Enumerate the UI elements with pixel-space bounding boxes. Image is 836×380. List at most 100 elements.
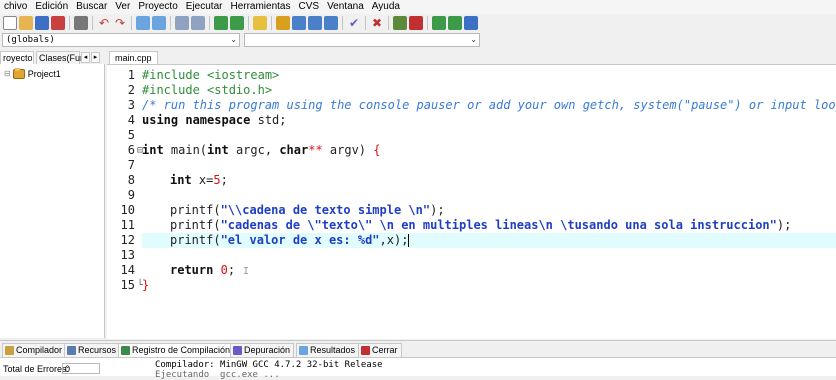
menu-buscar[interactable]: Buscar	[72, 0, 111, 14]
chart-icon	[121, 346, 130, 355]
code-text: printf(	[170, 218, 221, 232]
tabs-scroll-left-button[interactable]: ◂	[81, 52, 90, 63]
menu-archivo[interactable]: chivo	[0, 0, 31, 14]
code-line-6: int main(int argc, char** argv) {	[142, 143, 380, 158]
code-editor[interactable]: 1 2 3 4 5 6 7 8 9 10 11 12 13 14 15 ⊟ └ …	[107, 64, 836, 339]
open-folder-icon[interactable]	[19, 16, 33, 30]
resources-icon	[67, 346, 76, 355]
toolbar-separator	[209, 16, 210, 30]
menu-proyecto[interactable]: Proyecto	[134, 0, 181, 14]
keyword: int	[170, 173, 192, 187]
code-number: 5	[213, 173, 221, 187]
toolbar-separator	[170, 16, 171, 30]
redo-icon[interactable]: ↷	[113, 16, 127, 30]
line-number: 14	[120, 263, 135, 277]
results-icon	[299, 346, 308, 355]
code-symbol: **	[308, 143, 323, 157]
find-icon[interactable]	[136, 16, 150, 30]
close-icon	[361, 346, 370, 355]
goto-next-icon[interactable]	[214, 16, 228, 30]
code-line-2: #include <stdio.h>	[142, 83, 273, 97]
tab-label: Registro de Compilación	[132, 345, 231, 355]
toolbar-separator	[365, 16, 366, 30]
indent-icon[interactable]	[175, 16, 189, 30]
menu-ejecutar[interactable]: Ejecutar	[182, 0, 227, 14]
close-panel-button[interactable]: Cerrar	[358, 343, 402, 357]
tab-depuracion[interactable]: Depuración	[230, 343, 295, 357]
code-line-12: printf("el valor de x es: %d",x);	[170, 233, 410, 248]
class-browser-bar: (globals) ⌄ ⌄	[0, 32, 836, 48]
compile-log-line: Compilador: MinGW GCC 4.7.2 32-bit Relea…	[155, 360, 383, 370]
run-icon[interactable]	[292, 16, 306, 30]
check-syntax-icon[interactable]: ✔	[347, 16, 361, 30]
profile-icon[interactable]	[409, 16, 423, 30]
replace-icon[interactable]	[152, 16, 166, 30]
toolbar-separator	[271, 16, 272, 30]
tab-clases[interactable]: Clases(Fun	[36, 51, 85, 64]
rebuild-icon[interactable]	[324, 16, 338, 30]
keyword: using namespace	[142, 113, 251, 127]
tab-recursos[interactable]: Recursos	[64, 343, 121, 357]
code-string: "\\cadena de texto simple \n"	[220, 203, 431, 217]
tree-item-project[interactable]: ⊟ Project1	[4, 68, 61, 79]
stop-icon[interactable]: ✖	[370, 16, 384, 30]
line-number: 5	[127, 128, 135, 142]
tree-item-label: Project1	[27, 68, 61, 79]
chevron-down-icon: ⌄	[470, 35, 477, 44]
compile-run-icon[interactable]	[308, 16, 322, 30]
code-line-4: using namespace std;	[142, 113, 287, 128]
tab-proyecto[interactable]: royecto	[0, 51, 34, 64]
keyword: int	[142, 143, 164, 157]
code-text: main(	[163, 143, 208, 157]
step-icon[interactable]	[448, 16, 462, 30]
debug-icon[interactable]	[432, 16, 446, 30]
menu-edicion[interactable]: Edición	[31, 0, 72, 14]
project-icon	[12, 68, 25, 79]
tab-label: Compilador	[16, 345, 63, 355]
line-number: 6	[127, 143, 135, 157]
editor-tab-main-cpp[interactable]: main.cpp	[109, 51, 158, 64]
undo-icon[interactable]: ↶	[97, 16, 111, 30]
scope-dropdown[interactable]: (globals) ⌄	[2, 33, 240, 47]
new-file-icon[interactable]	[3, 16, 17, 30]
goto-prev-icon[interactable]	[230, 16, 244, 30]
text-caret	[408, 234, 410, 247]
unindent-icon[interactable]	[191, 16, 205, 30]
code-text: std;	[250, 113, 287, 127]
tabs-scroll-right-button[interactable]: ▸	[91, 52, 100, 63]
left-panel-tabs: royecto Clases(Fun ◂ ▸	[0, 50, 104, 64]
menu-cvs[interactable]: CVS	[295, 0, 324, 14]
menu-ver[interactable]: Ver	[111, 0, 134, 14]
save-all-icon[interactable]	[51, 16, 65, 30]
chart-icon[interactable]	[393, 16, 407, 30]
print-icon[interactable]	[74, 16, 88, 30]
code-string: "el valor de x es: %d"	[220, 233, 380, 247]
bookmark-icon[interactable]	[253, 16, 267, 30]
code-text: printf(	[170, 233, 221, 247]
menu-herramientas[interactable]: Herramientas	[226, 0, 294, 14]
code-text: ;	[220, 173, 228, 187]
menu-ayuda[interactable]: Ayuda	[368, 0, 404, 14]
tab-resultados[interactable]: Resultados	[296, 343, 360, 357]
keyword: int	[207, 143, 229, 157]
menu-ventana[interactable]: Ventana	[323, 0, 368, 14]
code-line-15: }	[142, 278, 150, 292]
toolbar-separator	[248, 16, 249, 30]
code-text: printf(	[170, 203, 221, 217]
mouse-cursor-icon: I	[243, 266, 250, 277]
scope-dropdown-value: (globals)	[6, 35, 55, 45]
code-line-1: #include <iostream>	[142, 68, 280, 82]
code-line-11: printf("cadenas de \"texto\" \n en multi…	[170, 218, 791, 233]
toolbar-separator	[342, 16, 343, 30]
line-number: 4	[127, 113, 135, 127]
toolbar-separator	[92, 16, 93, 30]
member-dropdown[interactable]: ⌄	[244, 33, 480, 47]
tab-registro-de-compilacion[interactable]: Registro de Compilación	[118, 343, 235, 357]
save-icon[interactable]	[35, 16, 49, 30]
tab-compilador[interactable]: Compilador	[2, 343, 67, 357]
tree-expander-icon[interactable]: ⊟	[4, 69, 11, 78]
watch-icon[interactable]	[464, 16, 478, 30]
keyword: return	[170, 263, 214, 277]
compile-icon[interactable]	[276, 16, 290, 30]
line-number: 1	[127, 68, 135, 82]
